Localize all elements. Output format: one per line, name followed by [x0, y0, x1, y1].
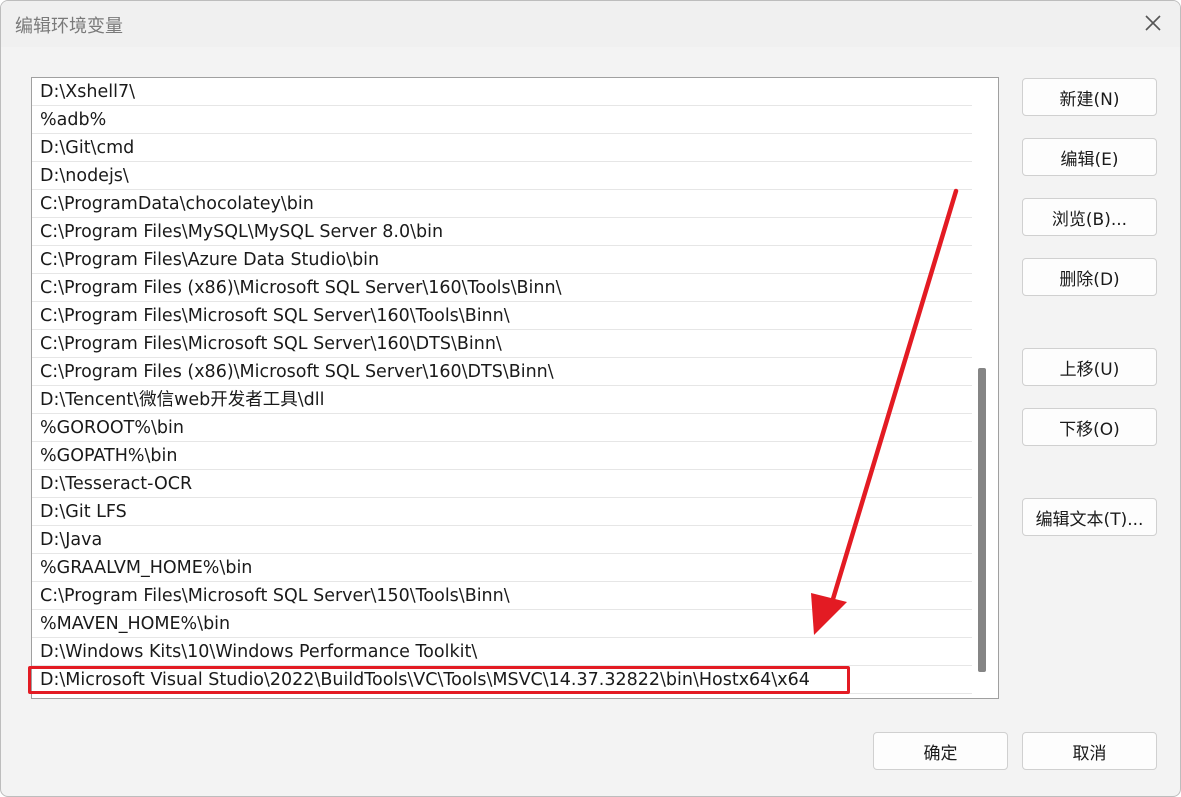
path-list-item[interactable]: %MAVEN_HOME%\bin — [32, 610, 972, 638]
edit-env-var-dialog: 编辑环境变量 D:\Xshell7\ %adb% D:\Git\cmd D:\node… — [0, 0, 1181, 797]
edit-button[interactable]: 编辑(E) — [1022, 138, 1157, 176]
ok-button[interactable]: 确定 — [873, 732, 1008, 770]
move-down-button[interactable]: 下移(O) — [1022, 408, 1157, 446]
delete-button[interactable]: 删除(D) — [1022, 258, 1157, 296]
path-list-item[interactable]: C:\ProgramData\chocolatey\bin — [32, 190, 972, 218]
close-icon — [1145, 15, 1161, 31]
path-list-item[interactable]: D:\Git LFS — [32, 498, 972, 526]
browse-button[interactable]: 浏览(B)... — [1022, 198, 1157, 236]
path-list-item[interactable]: D:\nodejs\ — [32, 162, 972, 190]
path-list-item[interactable]: D:\Windows Kits\10\Windows Performance T… — [32, 638, 972, 666]
path-list-item[interactable]: %adb% — [32, 106, 972, 134]
path-list-item[interactable]: C:\Program Files\Microsoft SQL Server\15… — [32, 582, 972, 610]
path-list-item[interactable]: C:\Program Files (x86)\Microsoft SQL Ser… — [32, 274, 972, 302]
path-list-item[interactable]: %GOROOT%\bin — [32, 414, 972, 442]
path-list-item[interactable]: D:\Microsoft Visual Studio\2022\BuildToo… — [32, 666, 972, 694]
path-list-item[interactable]: D:\Tesseract-OCR — [32, 470, 972, 498]
path-list-item[interactable]: C:\Program Files\Microsoft SQL Server\16… — [32, 302, 972, 330]
vertical-scrollbar[interactable] — [976, 78, 992, 698]
path-list-item[interactable]: %GOPATH%\bin — [32, 442, 972, 470]
scrollbar-thumb[interactable] — [978, 368, 986, 672]
path-list-item[interactable]: D:\Tencent\微信web开发者工具\dll — [32, 386, 972, 414]
title-bar: 编辑环境变量 — [1, 1, 1180, 47]
path-list[interactable]: D:\Xshell7\ %adb% D:\Git\cmd D:\nodejs\ C:\P… — [31, 77, 999, 699]
path-list-items: D:\Xshell7\ %adb% D:\Git\cmd D:\nodejs\ C:\P… — [32, 78, 972, 694]
path-list-item[interactable]: D:\Git\cmd — [32, 134, 972, 162]
path-list-item[interactable]: C:\Program Files\Microsoft SQL Server\16… — [32, 330, 972, 358]
path-list-item[interactable]: D:\Java — [32, 526, 972, 554]
path-list-item[interactable]: %GRAALVM_HOME%\bin — [32, 554, 972, 582]
path-list-item[interactable]: D:\Xshell7\ — [32, 78, 972, 106]
cancel-button[interactable]: 取消 — [1022, 732, 1157, 770]
move-up-button[interactable]: 上移(U) — [1022, 348, 1157, 386]
close-button[interactable] — [1126, 1, 1180, 45]
edit-text-button[interactable]: 编辑文本(T)... — [1022, 498, 1157, 536]
path-list-item[interactable]: C:\Program Files (x86)\Microsoft SQL Ser… — [32, 358, 972, 386]
new-button[interactable]: 新建(N) — [1022, 78, 1157, 116]
path-list-item[interactable]: C:\Program Files\MySQL\MySQL Server 8.0\… — [32, 218, 972, 246]
window-title: 编辑环境变量 — [15, 16, 123, 37]
path-list-item[interactable]: C:\Program Files\Azure Data Studio\bin — [32, 246, 972, 274]
